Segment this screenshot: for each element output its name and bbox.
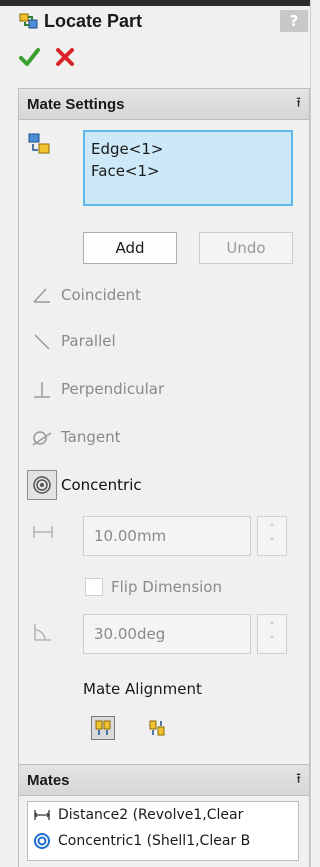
mates-panel: Mates ⭱ Distance2 (Revolve1,Clear Concen…: [18, 764, 310, 867]
check-icon[interactable]: [18, 46, 40, 68]
mate-item-label: Concentric1 (Shell1,Clear B: [58, 833, 251, 849]
mate-type-perpendicular[interactable]: Perpendicular: [27, 374, 164, 404]
concentric-icon: [27, 470, 57, 500]
mates-title: Mates: [27, 771, 70, 789]
mate-type-label: Coincident: [61, 286, 141, 304]
entities-to-mate-icon: [27, 132, 51, 156]
anti-aligned-icon[interactable]: [145, 716, 169, 740]
mate-type-concentric[interactable]: Concentric: [27, 470, 142, 500]
angle-input[interactable]: 30.00deg: [83, 614, 251, 654]
selection-item[interactable]: Face<1>: [91, 160, 285, 182]
right-edge-frame: [310, 0, 320, 867]
angle-icon: [31, 620, 55, 644]
mate-settings-panel: Mate Settings ⭱ Edge<1> Face<1> Add Undo…: [18, 88, 310, 790]
spin-up-icon[interactable]: ˄: [269, 522, 275, 536]
aligned-icon[interactable]: [91, 716, 115, 740]
collapse-chevron-icon[interactable]: ⭱: [296, 92, 301, 116]
locate-part-icon: [19, 11, 39, 31]
spin-up-icon[interactable]: ˄: [269, 620, 275, 634]
list-item[interactable]: Distance2 (Revolve1,Clear: [28, 802, 298, 828]
collapse-chevron-icon[interactable]: ⭱: [296, 768, 301, 792]
x-icon[interactable]: [54, 46, 76, 68]
add-button[interactable]: Add: [83, 232, 177, 264]
list-item[interactable]: Concentric1 (Shell1,Clear B: [28, 828, 298, 854]
flip-dimension-label: Flip Dimension: [111, 578, 222, 596]
mate-settings-title: Mate Settings: [27, 95, 125, 113]
ok-cancel-bar: [18, 46, 76, 68]
distance-input[interactable]: 10.00mm: [83, 516, 251, 556]
spin-down-icon[interactable]: ˅: [269, 536, 275, 550]
angle-spinner[interactable]: ˄ ˅: [257, 614, 287, 654]
mate-type-label: Parallel: [61, 332, 116, 350]
selection-list[interactable]: Edge<1> Face<1>: [83, 130, 293, 206]
mates-list[interactable]: Distance2 (Revolve1,Clear Concentric1 (S…: [27, 801, 299, 861]
mate-settings-header[interactable]: Mate Settings ⭱: [19, 89, 309, 120]
distance-mate-icon: [32, 805, 52, 825]
help-button[interactable]: ?: [280, 10, 308, 32]
coincident-icon: [27, 280, 57, 310]
mate-type-label: Perpendicular: [61, 380, 165, 398]
distance-icon: [31, 520, 55, 544]
perpendicular-icon: [27, 374, 57, 404]
page-title: Locate Part: [44, 10, 143, 31]
concentric-mate-icon: [32, 831, 52, 851]
mate-type-label: Tangent: [61, 428, 121, 446]
tangent-icon: [27, 422, 57, 452]
mate-item-label: Distance2 (Revolve1,Clear: [58, 807, 244, 823]
distance-spinner[interactable]: ˄ ˅: [257, 516, 287, 556]
mate-alignment-label: Mate Alignment: [83, 680, 202, 698]
flip-dimension-checkbox[interactable]: [85, 578, 103, 596]
mate-type-tangent[interactable]: Tangent: [27, 422, 121, 452]
mate-type-label: Concentric: [61, 476, 142, 494]
mates-header[interactable]: Mates ⭱: [19, 765, 309, 796]
mate-type-parallel[interactable]: Parallel: [27, 326, 116, 356]
mate-type-coincident[interactable]: Coincident: [27, 280, 141, 310]
spin-down-icon[interactable]: ˅: [269, 634, 275, 648]
title-bar: Locate Part ?: [18, 6, 308, 36]
selection-item[interactable]: Edge<1>: [91, 138, 285, 160]
parallel-icon: [27, 326, 57, 356]
undo-button[interactable]: Undo: [199, 232, 293, 264]
